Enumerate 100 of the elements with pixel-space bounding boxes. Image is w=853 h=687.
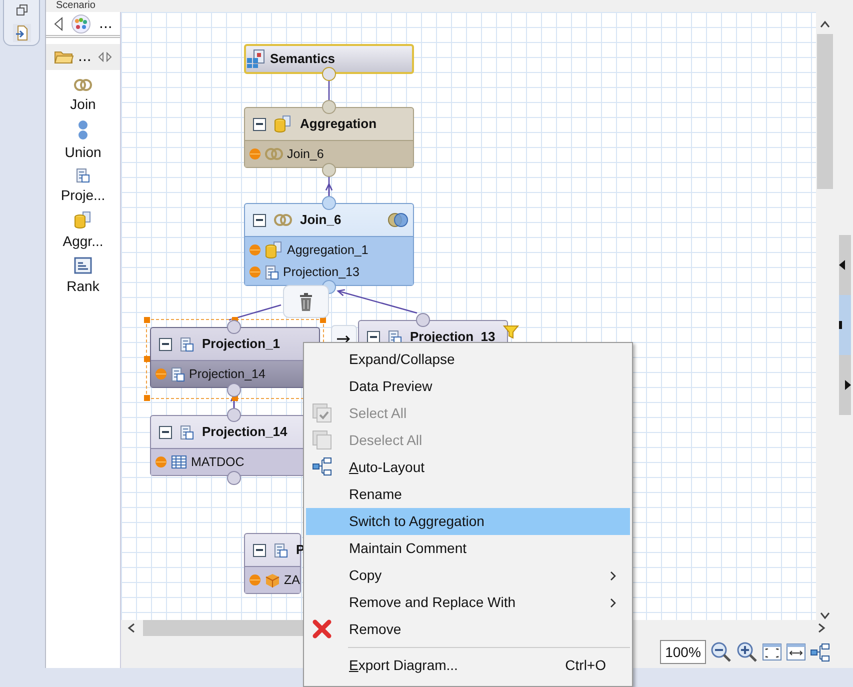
remove-icon: [312, 619, 332, 639]
projection-icon: [265, 264, 279, 280]
projection-icon: [180, 424, 194, 440]
input-label: Projection_14: [189, 366, 266, 383]
collapse-toggle[interactable]: [159, 426, 172, 438]
palette-item[interactable]: Aggr...: [62, 233, 104, 249]
port-handle[interactable]: [227, 320, 241, 334]
node-title: Projection_13: [410, 328, 496, 346]
input-label: MATDOC: [191, 454, 244, 471]
palette-icon[interactable]: [71, 14, 91, 34]
scroll-right-icon[interactable]: [818, 623, 826, 633]
connector-line: [328, 81, 330, 100]
shortcut-label: Ctrl+O: [565, 656, 606, 675]
port-handle[interactable]: [227, 471, 241, 485]
aggregation-icon: [265, 241, 283, 259]
menu-item[interactable]: Remove: [306, 616, 630, 643]
palette-item[interactable]: Join: [70, 96, 96, 112]
input-label: Projection_13: [283, 264, 360, 281]
menu-item[interactable]: Switch to Aggregation: [306, 508, 630, 535]
select-all-icon: [312, 403, 332, 423]
folder-label[interactable]: ...: [78, 45, 92, 69]
expand-right-icon: [845, 380, 851, 390]
node-title: Semantics: [270, 50, 336, 68]
scroll-left-icon[interactable]: [127, 623, 135, 633]
port-handle[interactable]: [227, 408, 241, 422]
trash-icon: [299, 292, 313, 310]
diagram-node[interactable]: Projection_1 Projection_14: [150, 327, 320, 388]
scrollbar-thumb[interactable]: [817, 34, 833, 189]
port-handle[interactable]: [322, 67, 336, 81]
connector-line: [228, 304, 282, 321]
zoom-out-icon[interactable]: [710, 641, 732, 663]
palette-item[interactable]: Rank: [66, 278, 100, 294]
menu-item[interactable]: Rename: [306, 481, 630, 508]
auto-layout-icon: [312, 457, 332, 477]
node-title: Projection_14: [202, 423, 288, 442]
collapse-toggle[interactable]: [367, 330, 380, 344]
port-handle[interactable]: [322, 100, 336, 114]
scroll-down-icon[interactable]: [820, 612, 830, 620]
input-marker-icon: [249, 266, 261, 278]
projection-icon: [171, 366, 185, 382]
projection-icon[interactable]: [76, 168, 90, 183]
sash-handle[interactable]: [839, 355, 851, 415]
cube-icon: [265, 572, 280, 588]
diagram-node[interactable]: Semantics: [244, 44, 414, 74]
port-handle[interactable]: [322, 163, 336, 177]
input-marker-icon: [249, 148, 261, 160]
zoom-field[interactable]: 100%: [660, 640, 706, 664]
join-icon: [274, 213, 292, 227]
semantics-icon: [246, 49, 266, 69]
union-icon[interactable]: [77, 120, 89, 140]
toolbar-more-label[interactable]: ...: [99, 12, 112, 36]
palette-item[interactable]: Proje...: [60, 187, 106, 203]
zoom-in-icon[interactable]: [736, 641, 758, 663]
port-handle[interactable]: [416, 313, 430, 327]
filter-icon: [503, 325, 520, 339]
diagram-node[interactable]: Join_6 Aggregation_1 Projection_13: [244, 203, 414, 286]
input-marker-icon: [249, 244, 261, 256]
restore-icon[interactable]: [16, 4, 28, 16]
input-marker-icon: [155, 368, 167, 380]
aggregation-icon: [274, 115, 292, 133]
table-icon: [171, 455, 187, 469]
join-icon: [265, 147, 283, 161]
join-icon[interactable]: [74, 78, 92, 92]
node-title: Projection_1: [202, 335, 280, 354]
aggregation-icon[interactable]: [74, 211, 92, 229]
input-label: Join_6: [287, 146, 324, 163]
sash-handle[interactable]: [839, 295, 851, 355]
auto-layout-icon[interactable]: [810, 642, 830, 662]
import-icon[interactable]: [12, 24, 30, 42]
palette-item[interactable]: Union: [64, 144, 102, 160]
input-label: Aggregation_1: [287, 242, 368, 259]
venn-icon: [387, 212, 409, 228]
port-handle[interactable]: [227, 383, 241, 397]
port-handle[interactable]: [322, 196, 336, 210]
menu-item[interactable]: Maintain Comment: [306, 535, 630, 562]
deselect-all-icon: [312, 430, 332, 450]
grip-icon: [839, 321, 842, 329]
collapse-toggle[interactable]: [159, 338, 172, 350]
input-marker-icon: [249, 574, 261, 586]
rank-icon[interactable]: [74, 257, 92, 274]
menu-item[interactable]: Remove and Replace With: [306, 589, 630, 616]
sash-handle[interactable]: [839, 235, 851, 295]
collapse-toggle[interactable]: [253, 214, 266, 226]
diagram-node[interactable]: Aggregation Join_6: [244, 107, 414, 168]
menu-item[interactable]: Copy: [306, 562, 630, 589]
scroll-up-icon[interactable]: [820, 20, 830, 28]
back-icon[interactable]: [54, 16, 63, 30]
projection-icon: [180, 336, 194, 352]
node-title: Join_6: [300, 211, 342, 230]
delete-button[interactable]: [283, 285, 329, 318]
collapse-icon[interactable]: [98, 52, 112, 62]
fit-width-icon[interactable]: [786, 643, 806, 661]
fit-page-icon[interactable]: [762, 643, 782, 661]
collapse-toggle[interactable]: [253, 544, 266, 556]
collapse-toggle[interactable]: [253, 118, 266, 130]
folder-icon[interactable]: [54, 50, 74, 64]
menu-item[interactable]: Export Diagram... Ctrl+O: [306, 652, 630, 679]
input-label: ZA: [284, 572, 300, 589]
arrow-icon: [337, 335, 351, 343]
input-marker-icon: [155, 456, 167, 468]
